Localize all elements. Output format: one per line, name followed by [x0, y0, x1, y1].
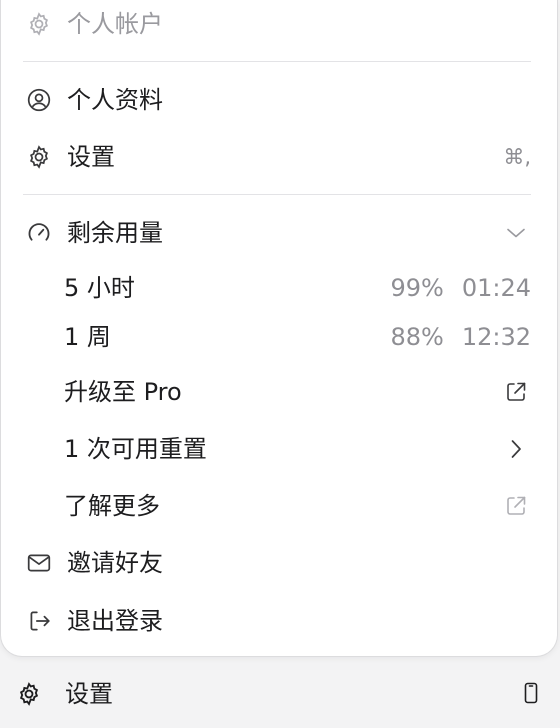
learn-more-item[interactable]: 了解更多: [1, 486, 557, 526]
chevron-down-icon[interactable]: [503, 220, 529, 246]
usage-row-label: 5 小时: [64, 274, 135, 302]
usage-row-percent: 88%: [390, 323, 444, 351]
usage-row-percent: 99%: [390, 274, 444, 302]
chevron-right-icon: [503, 436, 529, 462]
usage-row: 5 小时 99% 01:24: [1, 268, 557, 308]
logout-label: 退出登录: [67, 607, 163, 635]
account-header-label: 个人帐户: [67, 10, 163, 38]
upgrade-pro-item[interactable]: 升级至 Pro: [1, 372, 557, 412]
usage-row-time: 01:24: [461, 274, 531, 302]
profile-item[interactable]: 个人资料: [1, 80, 557, 120]
usage-item[interactable]: 剩余用量: [1, 213, 557, 253]
gear-icon: [16, 681, 42, 707]
profile-label: 个人资料: [67, 86, 163, 114]
usage-row: 1 周 88% 12:32: [1, 317, 557, 357]
bottom-bar: 设置: [0, 667, 560, 721]
external-link-icon: [503, 379, 529, 405]
learn-more-label: 了解更多: [64, 492, 160, 520]
resets-item[interactable]: 1 次可用重置: [1, 429, 557, 469]
settings-item[interactable]: 设置 ⌘,: [1, 137, 557, 177]
bottom-settings-label: 设置: [65, 680, 113, 708]
upgrade-pro-label: 升级至 Pro: [64, 378, 182, 406]
settings-shortcut: ⌘,: [503, 145, 531, 169]
settings-label: 设置: [67, 143, 115, 171]
phone-icon[interactable]: [518, 680, 544, 706]
resets-label: 1 次可用重置: [64, 435, 207, 463]
invite-friends-label: 邀请好友: [67, 549, 163, 577]
gauge-icon: [26, 220, 52, 246]
divider: [23, 194, 531, 195]
envelope-icon: [26, 550, 52, 576]
external-link-icon: [503, 493, 529, 519]
account-menu: 个人帐户 个人资料 设置 ⌘, 剩余用量 5 小时 99% 01:24 1 周 …: [0, 0, 558, 657]
usage-row-label: 1 周: [64, 323, 111, 351]
person-circle-icon: [26, 87, 52, 113]
usage-label: 剩余用量: [67, 219, 163, 247]
account-header: 个人帐户: [1, 4, 557, 44]
logout-item[interactable]: 退出登录: [1, 601, 557, 641]
gear-icon: [26, 11, 52, 37]
gear-icon: [26, 144, 52, 170]
invite-friends-item[interactable]: 邀请好友: [1, 543, 557, 583]
logout-icon: [26, 608, 52, 634]
divider: [23, 61, 531, 62]
bottom-settings-button[interactable]: 设置: [0, 674, 560, 714]
usage-row-time: 12:32: [461, 323, 531, 351]
